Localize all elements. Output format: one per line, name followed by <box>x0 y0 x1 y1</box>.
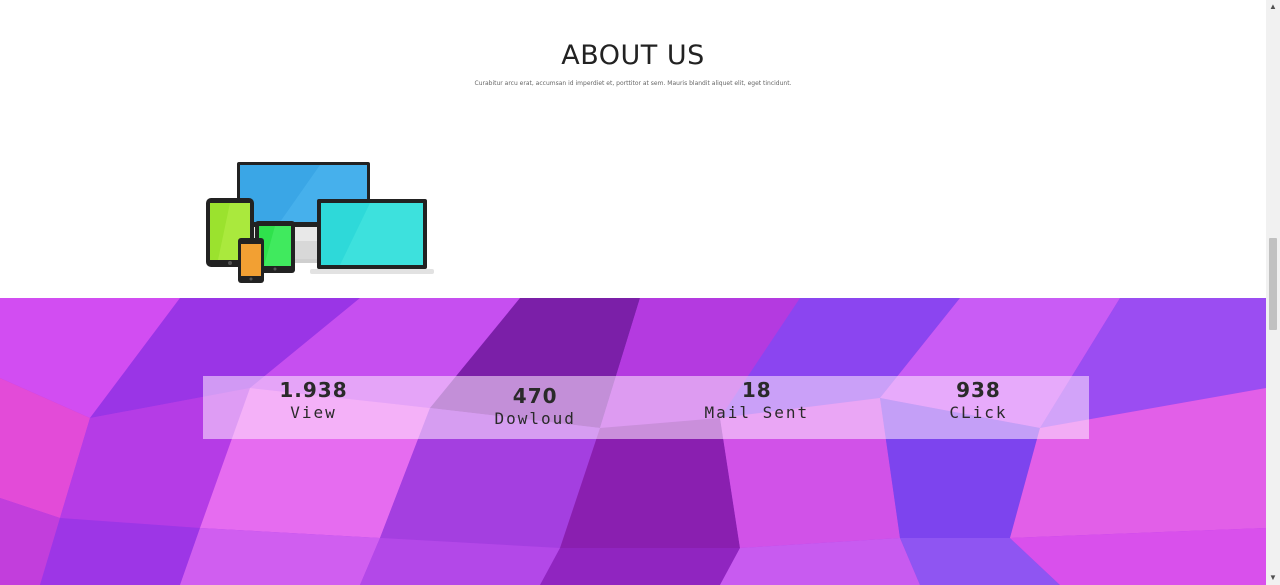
stat-label: View <box>290 403 337 422</box>
stat-label: Mail Sent <box>704 403 810 422</box>
stat-label: Dowloud <box>494 409 576 428</box>
stat-value: 1.938 <box>279 378 348 402</box>
stat-value: 470 <box>512 384 558 408</box>
stat-download: 470 Dowloud <box>425 376 646 439</box>
stat-mail-sent: 18 Mail Sent <box>646 376 867 439</box>
stat-value: 18 <box>741 378 772 402</box>
about-section: ABOUT US Curabitur arcu erat, accumsan i… <box>0 0 1266 298</box>
stat-label: CLick <box>949 403 1008 422</box>
about-subtitle: Curabitur arcu erat, accumsan id imperdi… <box>474 80 792 87</box>
stat-value: 938 <box>956 378 1001 402</box>
stats-section: 1.938 View 470 Dowloud 18 Mail Sent 938 … <box>0 298 1266 585</box>
stat-click: 938 CLick <box>868 376 1089 439</box>
vertical-scrollbar[interactable]: ▲ ▼ <box>1266 0 1280 585</box>
scroll-down-icon[interactable]: ▼ <box>1266 571 1280 585</box>
about-title: ABOUT US <box>561 40 705 71</box>
devices-illustration <box>206 162 434 283</box>
scrollbar-thumb[interactable] <box>1269 238 1277 330</box>
scroll-up-icon[interactable]: ▲ <box>1266 0 1280 14</box>
stats-bar: 1.938 View 470 Dowloud 18 Mail Sent 938 … <box>203 376 1089 439</box>
polygon-background <box>0 298 1266 585</box>
stat-view: 1.938 View <box>203 376 424 439</box>
